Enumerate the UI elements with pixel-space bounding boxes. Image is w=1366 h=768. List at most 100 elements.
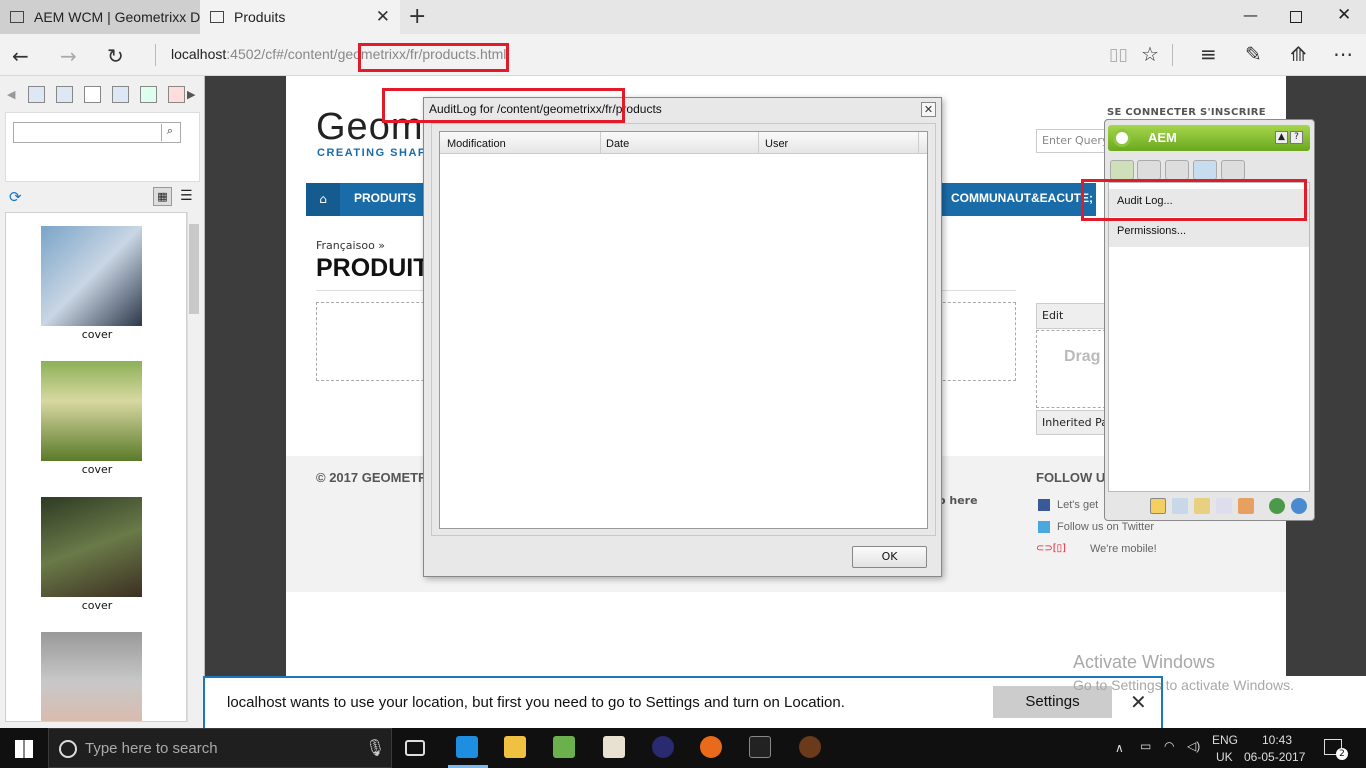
pages-tab-icon[interactable] — [84, 86, 101, 103]
collapse-icon[interactable]: ▲ — [1275, 131, 1288, 144]
column-user[interactable]: User — [765, 138, 788, 150]
list-view-icon[interactable]: ☰ — [180, 188, 193, 204]
facebook-icon[interactable] — [1038, 499, 1050, 511]
language-code[interactable]: ENG — [1212, 733, 1238, 747]
scaffold-icon[interactable] — [1216, 498, 1232, 514]
clock-date[interactable]: 06-05-2017 — [1244, 750, 1305, 764]
account-links[interactable]: SE CONNECTER S'INSCRIRE — [1107, 107, 1266, 118]
nav-produits[interactable]: PRODUITS — [354, 191, 416, 205]
network-icon[interactable]: ▭ — [1140, 739, 1151, 753]
lock-tab-icon[interactable] — [1165, 160, 1189, 180]
notification-text: localhost wants to use your location, bu… — [227, 694, 845, 711]
share-icon[interactable]: ⟰ — [1290, 42, 1307, 66]
documents-tab-icon[interactable] — [56, 86, 73, 103]
footer-link[interactable]: o here — [938, 494, 978, 507]
edit-mode-icon[interactable] — [1150, 498, 1166, 514]
grid-view-icon[interactable]: ▦ — [153, 187, 172, 206]
social-twitter[interactable]: Follow us on Twitter — [1057, 521, 1154, 533]
taskbar-search[interactable]: Type here to search — [48, 728, 392, 768]
finder-search-input[interactable]: ⌕ — [13, 122, 181, 143]
back-icon[interactable]: ← — [12, 44, 29, 68]
website-admin-icon[interactable] — [1269, 498, 1285, 514]
images-tab-icon[interactable] — [28, 86, 45, 103]
site-search-input[interactable]: Enter Query — [1036, 129, 1106, 153]
volume-icon[interactable]: ◁) — [1187, 739, 1200, 753]
side-drop-zone[interactable] — [1036, 330, 1106, 408]
asset-thumbnail[interactable] — [41, 361, 142, 461]
inherited-paragraph-bar[interactable]: Inherited Par — [1036, 410, 1106, 435]
media-tab-icon[interactable] — [140, 86, 157, 103]
page-icon — [210, 11, 224, 23]
copyright: © 2017 GEOMETR — [316, 470, 428, 485]
refresh-icon[interactable] — [1291, 498, 1307, 514]
app-icon[interactable] — [799, 736, 821, 758]
client-context-icon[interactable] — [1238, 498, 1254, 514]
reading-view-icon[interactable]: ▯▯ — [1109, 45, 1128, 65]
restore-icon[interactable] — [1290, 11, 1302, 23]
asset-thumbnail[interactable] — [41, 226, 142, 326]
aem-logo-icon — [1113, 129, 1131, 147]
close-icon[interactable]: ✕ — [1130, 690, 1147, 714]
minimize-icon[interactable]: — — [1243, 6, 1258, 24]
asset-thumbnail[interactable] — [41, 632, 142, 721]
components-tab-icon[interactable] — [1110, 160, 1134, 180]
forward-icon[interactable]: → — [60, 44, 77, 68]
hub-icon[interactable]: ≡ — [1200, 42, 1217, 66]
divider — [155, 44, 156, 66]
finder-scrollbar[interactable] — [187, 212, 200, 722]
task-view-icon[interactable] — [405, 740, 425, 756]
permissions-menu-item[interactable]: Permissions... — [1109, 219, 1309, 247]
wifi-icon[interactable]: ◠ — [1164, 739, 1174, 753]
preview-icon[interactable] — [1172, 498, 1188, 514]
keyboard-layout[interactable]: UK — [1216, 750, 1233, 764]
versioning-tab-icon[interactable] — [1193, 160, 1217, 180]
search-icon[interactable]: ⌕ — [161, 124, 178, 141]
asset-thumbnail[interactable] — [41, 497, 142, 597]
web-note-icon[interactable]: ✎ — [1245, 42, 1262, 66]
workflow-tab-icon[interactable] — [1221, 160, 1245, 180]
eclipse-icon[interactable] — [652, 736, 674, 758]
page-tab-icon[interactable] — [1137, 160, 1161, 180]
activate-windows-title: Activate Windows — [1073, 652, 1216, 672]
spreadsheet-app-icon[interactable] — [553, 736, 575, 758]
design-icon[interactable] — [1194, 498, 1210, 514]
home-icon[interactable]: ⌂ — [306, 183, 340, 216]
audit-log-highlight — [1081, 179, 1307, 221]
column-date[interactable]: Date — [606, 138, 629, 150]
more-icon[interactable]: ⋯ — [1333, 42, 1353, 66]
firefox-icon[interactable] — [700, 736, 722, 758]
java-icon[interactable] — [603, 736, 625, 758]
mobile-icon[interactable]: ⊂⊃[▯] — [1036, 543, 1066, 554]
scroll-right-icon[interactable]: ▶ — [187, 88, 195, 101]
tab-aem-wcm[interactable]: AEM WCM | Geometrixx De — [0, 0, 200, 34]
close-icon[interactable]: ✕ — [921, 102, 936, 117]
refresh-icon[interactable]: ↻ — [107, 44, 124, 68]
refresh-finder-icon[interactable]: ⟳ — [9, 188, 22, 206]
close-tab-icon[interactable]: ✕ — [376, 7, 390, 27]
column-modification[interactable]: Modification — [447, 138, 506, 150]
site-tagline: CREATING SHAP — [317, 147, 427, 159]
edit-bar[interactable]: Edit — [1036, 303, 1106, 329]
social-mobile[interactable]: We're mobile! — [1090, 543, 1157, 555]
new-tab-icon[interactable]: + — [408, 4, 426, 29]
favorite-star-icon[interactable]: ☆ — [1141, 42, 1159, 66]
tab-produits[interactable]: Produits ✕ — [200, 0, 400, 34]
breadcrumb[interactable]: Françaisoo » — [316, 239, 385, 252]
social-facebook[interactable]: Let's get — [1057, 499, 1098, 511]
ok-button[interactable]: OK — [852, 546, 927, 568]
tray-chevron-icon[interactable]: ∧ — [1115, 741, 1124, 755]
microphone-icon[interactable]: 🎙 — [365, 738, 385, 757]
clock-time[interactable]: 10:43 — [1262, 733, 1292, 747]
window-close-icon[interactable]: ✕ — [1337, 5, 1351, 25]
terminal-icon[interactable] — [749, 736, 771, 758]
edge-icon[interactable] — [456, 736, 478, 758]
paragraphs-tab-icon[interactable] — [112, 86, 129, 103]
scroll-left-icon[interactable]: ◀ — [7, 88, 15, 101]
nav-communaute[interactable]: COMMUNAUT&EACUTE; — [951, 191, 1093, 205]
help-icon[interactable]: ? — [1290, 131, 1303, 144]
divider — [1172, 44, 1173, 66]
file-explorer-icon[interactable] — [504, 736, 526, 758]
twitter-icon[interactable] — [1038, 521, 1050, 533]
windows-start-icon[interactable] — [15, 740, 33, 758]
products-tab-icon[interactable] — [168, 86, 185, 103]
